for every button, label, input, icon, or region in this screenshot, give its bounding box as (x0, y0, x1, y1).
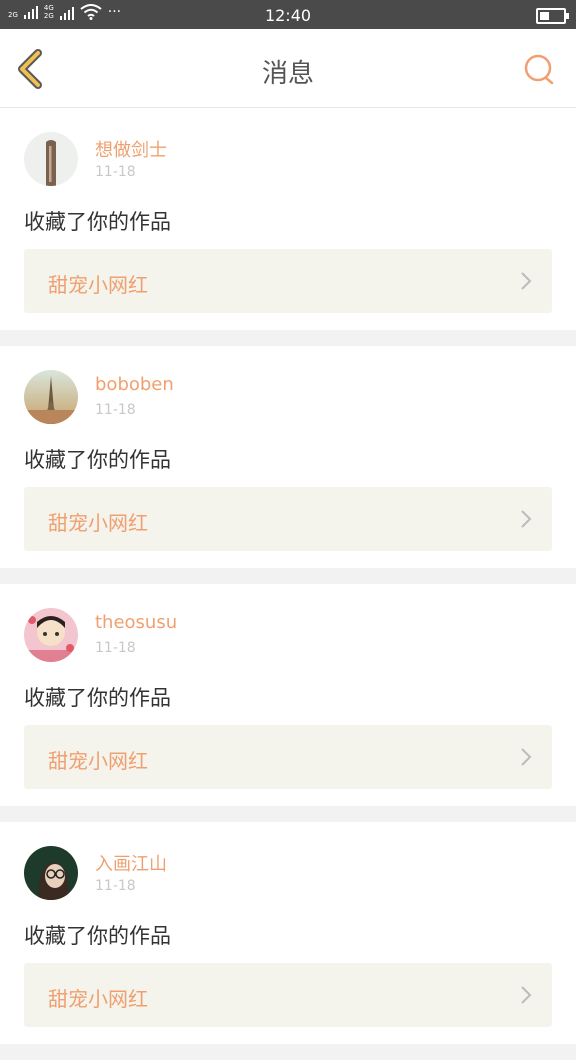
page-title: 消息 (261, 59, 314, 89)
avatar[interactable] (24, 370, 78, 424)
work-title: 甜宠小网红 (48, 511, 148, 535)
search-icon (524, 54, 554, 85)
chevron-right-icon (521, 272, 532, 290)
status-bar: 2G 4G 2G ··· 12:40 (0, 0, 576, 29)
message-date: 11-18 (95, 164, 136, 180)
work-title: 甜宠小网红 (48, 273, 148, 297)
message-action: 收藏了你的作品 (24, 448, 171, 472)
message-card: 入画江山 11-18 收藏了你的作品 甜宠小网红 (0, 822, 576, 1044)
nav-header: 消息 (0, 29, 576, 108)
message-action: 收藏了你的作品 (24, 686, 171, 710)
message-card: 想做剑士 11-18 收藏了你的作品 甜宠小网红 (0, 108, 576, 330)
message-list: 想做剑士 11-18 收藏了你的作品 甜宠小网红 boboben 11-18 收… (0, 108, 576, 1060)
work-title: 甜宠小网红 (48, 987, 148, 1011)
avatar[interactable] (24, 846, 78, 900)
username[interactable]: boboben (95, 374, 174, 395)
chevron-right-icon (521, 748, 532, 766)
message-action: 收藏了你的作品 (24, 210, 171, 234)
avatar[interactable] (24, 608, 78, 662)
work-link[interactable]: 甜宠小网红 (24, 249, 552, 313)
chevron-right-icon (521, 986, 532, 1004)
chevron-right-icon (521, 510, 532, 528)
work-title: 甜宠小网红 (48, 749, 148, 773)
message-date: 11-18 (95, 878, 136, 894)
work-link[interactable]: 甜宠小网红 (24, 487, 552, 551)
message-date: 11-18 (95, 640, 136, 656)
avatar[interactable] (24, 132, 78, 186)
username[interactable]: 想做剑士 (95, 136, 167, 162)
search-button[interactable] (522, 53, 556, 87)
username[interactable]: 入画江山 (95, 850, 167, 876)
status-time: 12:40 (264, 6, 312, 25)
work-link[interactable]: 甜宠小网红 (24, 963, 552, 1027)
message-date: 11-18 (95, 402, 136, 418)
username[interactable]: theosusu (95, 612, 177, 633)
work-link[interactable]: 甜宠小网红 (24, 725, 552, 789)
message-card: boboben 11-18 收藏了你的作品 甜宠小网红 (0, 346, 576, 568)
message-card: theosusu 11-18 收藏了你的作品 甜宠小网红 (0, 584, 576, 806)
battery-icon (536, 8, 569, 24)
message-action: 收藏了你的作品 (24, 924, 171, 948)
